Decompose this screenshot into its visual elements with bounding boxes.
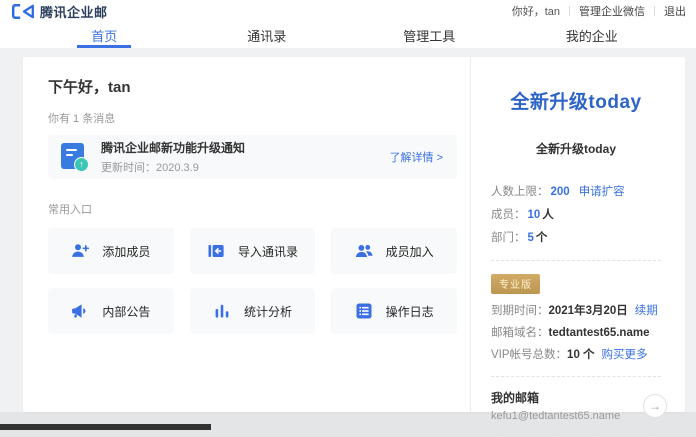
entry-label: 导入通讯录	[238, 243, 298, 260]
tab-home-label: 首页	[91, 26, 117, 45]
sidebar: 全新升级today 全新升级today 人数上限：200 申请扩容 成员：10人 …	[470, 57, 685, 412]
buy-more-link[interactable]: 购买更多	[602, 349, 648, 361]
tab-my-company[interactable]: 我的企业	[511, 22, 674, 48]
stat-label: 人数上限：	[491, 186, 549, 198]
logout-link[interactable]: 退出	[664, 3, 686, 19]
plan-vip-row: VIP帐号总数：10 个购买更多	[491, 344, 661, 366]
entry-internal-announcement[interactable]: 内部公告	[48, 288, 174, 334]
divider	[569, 6, 570, 16]
entry-add-member[interactable]: 添加成员	[48, 228, 174, 274]
renew-link[interactable]: 续期	[635, 305, 658, 317]
plan-badge: 专业版	[491, 274, 540, 294]
topbar-user-links: 你好，tan 管理企业微信 退出	[512, 3, 686, 19]
members-join-icon	[355, 242, 373, 260]
notification-details-link[interactable]: 了解详情 >	[390, 149, 443, 165]
notification-title: 腾讯企业邮新功能升级通知	[101, 139, 245, 156]
tab-home[interactable]: 首页	[23, 22, 186, 48]
megaphone-icon	[71, 302, 89, 320]
plan-label: 邮箱域名：	[491, 327, 549, 339]
entry-member-join[interactable]: 成员加入	[331, 228, 457, 274]
topbar: 腾讯企业邮 你好，tan 管理企业微信 退出	[0, 0, 696, 22]
notification-item[interactable]: ↑ 腾讯企业邮新功能升级通知 更新时间：2020.3.9 了解详情 >	[48, 135, 457, 179]
plan-info: 到期时间：2021年3月20日续期 邮箱域名：tedtantest65.name…	[491, 300, 661, 366]
manage-wecom-link[interactable]: 管理企业微信	[579, 3, 645, 19]
my-mailbox-email: kefu1@tedtantest65.name	[491, 410, 631, 422]
user-greeting: 你好，tan	[512, 3, 560, 19]
plan-label: VIP帐号总数：	[491, 349, 567, 361]
expand-capacity-link[interactable]: 申请扩容	[579, 186, 625, 198]
entry-statistics[interactable]: 统计分析	[190, 288, 316, 334]
page-greeting: 下午好，tan	[48, 76, 457, 97]
stat-unit: 个	[536, 232, 548, 244]
import-contacts-icon	[207, 242, 225, 260]
stat-members: 成员：10人	[491, 204, 661, 227]
plan-label: 到期时间：	[491, 305, 549, 317]
entry-label: 成员加入	[386, 243, 434, 260]
brand-name: 腾讯企业邮	[40, 2, 108, 21]
horizontal-scrollbar[interactable]	[0, 424, 211, 430]
arrow-right-icon: →	[649, 399, 661, 413]
brand: 腾讯企业邮	[11, 2, 108, 21]
divider	[491, 432, 661, 433]
arrow-up-icon: ↑	[74, 157, 89, 172]
content-card: 下午好，tan 你有 1 条消息 ↑ 腾讯企业邮新功能升级通知 更新时间：202…	[23, 57, 685, 412]
stat-unit: 人	[542, 209, 554, 221]
entry-import-contacts[interactable]: 导入通讯录	[190, 228, 316, 274]
plan-domain-row: 邮箱域名：tedtantest65.name	[491, 322, 661, 344]
plan-expiry-row: 到期时间：2021年3月20日续期	[491, 300, 661, 322]
stat-label: 部门：	[491, 232, 526, 244]
entry-label: 内部公告	[102, 303, 150, 320]
upgrade-notice-icon: ↑	[61, 142, 89, 172]
quick-entry-grid: 添加成员 导入通讯录	[48, 228, 457, 334]
exmail-logo-icon	[11, 3, 35, 20]
stat-label: 成员：	[491, 209, 526, 221]
notification-updated: 更新时间：2020.3.9	[101, 159, 245, 175]
upgrade-subtitle: 全新升级today	[491, 140, 661, 157]
entry-label: 操作日志	[386, 303, 434, 320]
entry-operation-log[interactable]: 操作日志	[331, 288, 457, 334]
plan-value: 10 个	[567, 349, 595, 361]
my-mailbox-title: 我的邮箱	[491, 389, 631, 406]
stat-value: 200	[551, 186, 570, 198]
nav-tabs-bar: 首页 通讯录 管理工具 我的企业	[0, 22, 696, 49]
tab-my-company-label: 我的企业	[566, 26, 618, 45]
stat-value: 10	[528, 209, 541, 221]
main-panel: 下午好，tan 你有 1 条消息 ↑ 腾讯企业邮新功能升级通知 更新时间：202…	[23, 57, 470, 412]
quick-entry-label: 常用入口	[48, 201, 457, 217]
entry-label: 添加成员	[102, 243, 150, 260]
nav-tabs: 首页 通讯录 管理工具 我的企业	[23, 22, 673, 48]
log-list-icon	[355, 302, 373, 320]
plan-value: 2021年3月20日	[549, 305, 628, 317]
divider	[654, 6, 655, 16]
notification-text: 腾讯企业邮新功能升级通知 更新时间：2020.3.9	[101, 139, 245, 175]
tab-admin-tools-label: 管理工具	[403, 26, 455, 45]
open-mailbox-button[interactable]: →	[643, 394, 667, 418]
stat-value: 5	[528, 232, 534, 244]
entry-label: 统计分析	[244, 303, 292, 320]
company-stats: 人数上限：200 申请扩容 成员：10人 部门：5个	[491, 181, 661, 250]
divider	[491, 260, 661, 261]
plan-value: tedtantest65.name	[549, 327, 650, 339]
tab-contacts[interactable]: 通讯录	[186, 22, 349, 48]
person-add-icon	[71, 242, 89, 260]
stat-departments: 部门：5个	[491, 227, 661, 250]
upgrade-banner[interactable]: 全新升级today	[491, 87, 661, 114]
bar-chart-icon	[213, 302, 231, 320]
tab-admin-tools[interactable]: 管理工具	[348, 22, 511, 48]
page-body: 下午好，tan 你有 1 条消息 ↑ 腾讯企业邮新功能升级通知 更新时间：202…	[0, 48, 696, 437]
stat-member-limit: 人数上限：200 申请扩容	[491, 181, 661, 204]
tab-contacts-label: 通讯录	[247, 26, 286, 45]
my-mailbox: 我的邮箱 kefu1@tedtantest65.name →	[491, 389, 661, 422]
exmail-admin-screen: 腾讯企业邮 你好，tan 管理企业微信 退出 首页 通讯录 管理工具 我的企业 …	[0, 0, 696, 437]
message-count: 你有 1 条消息	[48, 110, 457, 126]
divider	[491, 376, 661, 377]
